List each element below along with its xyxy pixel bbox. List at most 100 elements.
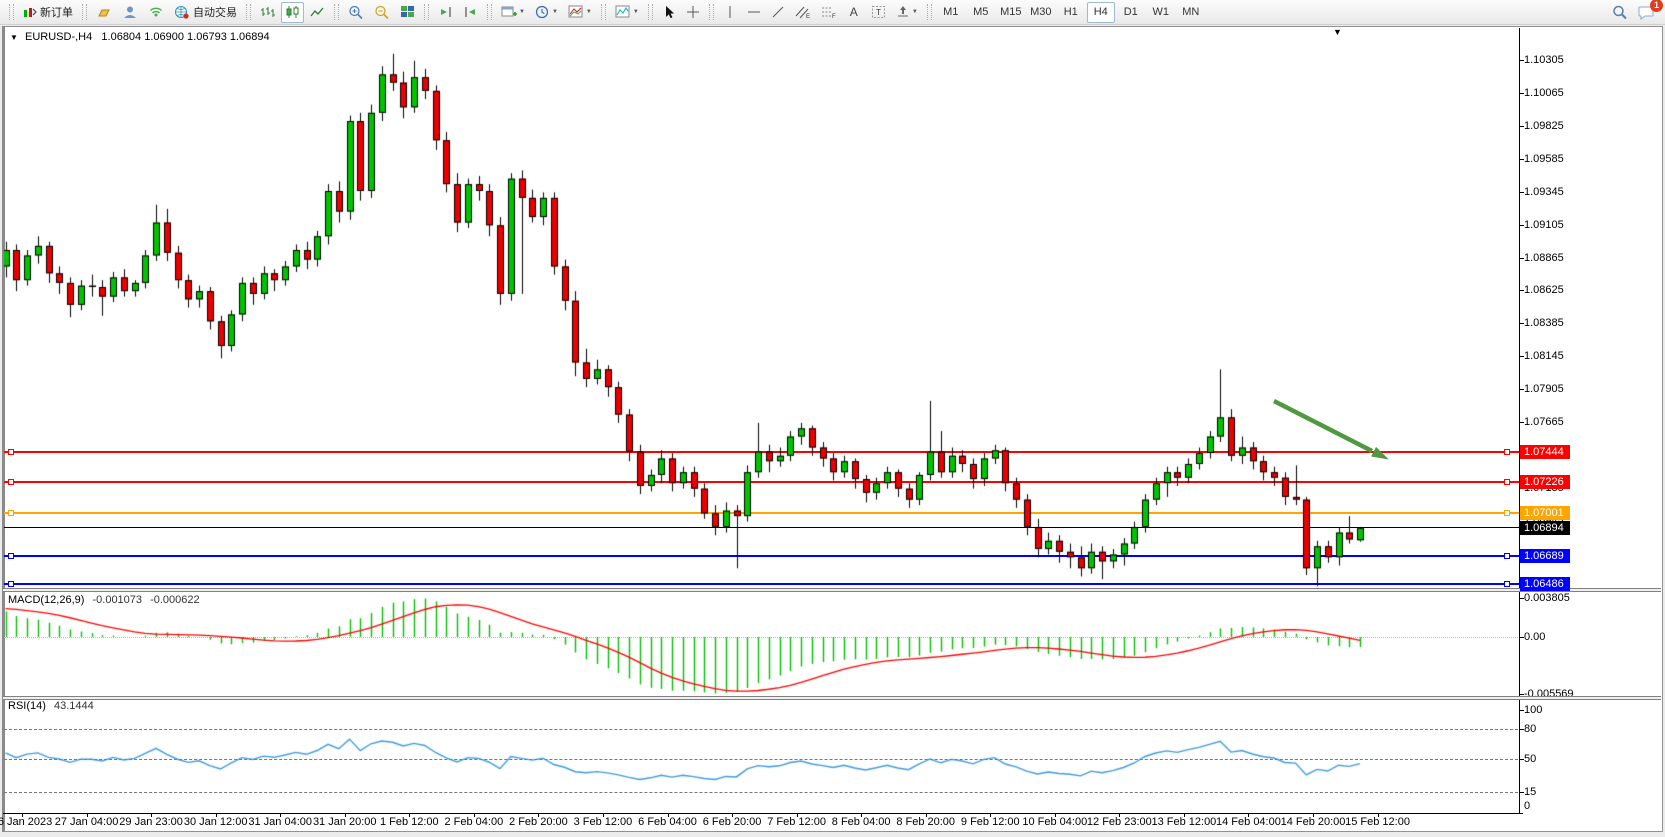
autotrade-button[interactable]: 自动交易	[170, 2, 241, 23]
timeframe-button-H4[interactable]: H4	[1087, 2, 1115, 23]
macd-axis-label: 0.00	[1524, 631, 1545, 643]
timeframe-button-H1[interactable]: H1	[1057, 2, 1085, 23]
chart-window	[2, 26, 1663, 832]
price-axis-label: 1.08865	[1524, 252, 1564, 264]
time-axis-label: 9 Feb 12:00	[961, 816, 1020, 828]
line-drag-handle[interactable]	[8, 479, 14, 485]
chevron-down-icon: ▼	[552, 9, 558, 15]
timeframe-button-M1[interactable]: M1	[937, 2, 965, 23]
macd-signal-value: -0.000622	[150, 594, 200, 606]
line-chart-icon	[310, 5, 325, 19]
trendline-button[interactable]	[767, 2, 789, 23]
line-drag-handle[interactable]	[8, 581, 14, 587]
timeframe-button-M30[interactable]: M30	[1027, 2, 1055, 23]
panel-separator[interactable]	[3, 696, 1661, 700]
market-button[interactable]	[92, 2, 116, 23]
fibonacci-button[interactable]: F	[817, 2, 841, 23]
profile-button[interactable]	[118, 2, 142, 23]
template-chart-icon	[568, 5, 584, 19]
vertical-line-button[interactable]	[719, 2, 741, 23]
panel-separator[interactable]	[3, 588, 1661, 592]
timeframe-button-D1[interactable]: D1	[1117, 2, 1145, 23]
autoscroll-button[interactable]	[434, 2, 457, 23]
crosshair-button[interactable]	[682, 2, 704, 23]
price-line-1.06689[interactable]	[4, 555, 1519, 557]
line-drag-handle[interactable]	[8, 449, 14, 455]
price-line-badge-1.06486: 1.06486	[1520, 577, 1570, 591]
chat-button[interactable]: 1	[1634, 2, 1659, 23]
line-drag-handle[interactable]	[1504, 479, 1510, 485]
templates-button[interactable]: ▼	[564, 2, 596, 23]
rsi-axis-label: 100	[1524, 704, 1542, 716]
time-axis-label: 12 Feb 23:00	[1087, 816, 1152, 828]
line-drag-handle[interactable]	[1504, 553, 1510, 559]
line-chart-button[interactable]	[306, 2, 329, 23]
price-line-1.06894[interactable]	[4, 527, 1519, 528]
indicators-button[interactable]: ▼	[611, 2, 643, 23]
periods-button[interactable]: ▼	[531, 2, 562, 23]
signals-button[interactable]	[144, 2, 168, 23]
new-chart-icon	[501, 5, 517, 19]
chevron-down-icon: ▼	[912, 9, 918, 15]
rsi-name: RSI(14)	[8, 700, 46, 712]
chart-title: ▼ EURUSD-,H4 1.06804 1.06900 1.06793 1.0…	[10, 31, 270, 43]
text-button[interactable]: A	[843, 2, 865, 23]
line-drag-handle[interactable]	[1504, 581, 1510, 587]
autoscroll-icon	[438, 5, 453, 19]
price-line-badge-1.06689: 1.06689	[1520, 549, 1570, 563]
price-line-1.07001[interactable]	[4, 512, 1519, 514]
chevron-down-icon: ▼	[586, 9, 592, 15]
search-button[interactable]	[1608, 2, 1632, 23]
zoom-out-button[interactable]	[370, 2, 394, 23]
equidistant-channel-button[interactable]: E	[791, 2, 815, 23]
cursor-arrow-icon	[662, 5, 675, 19]
main-toolbar: 新订单 自动交易 ▼ ▼	[0, 0, 1665, 25]
zoom-in-button[interactable]	[344, 2, 368, 23]
timeframe-bar: M1M5M15M30H1H4D1W1MN	[936, 2, 1206, 23]
horizontal-line-button[interactable]	[743, 2, 765, 23]
chart-expand-icon[interactable]: ▼	[10, 33, 18, 42]
line-drag-handle[interactable]	[1504, 510, 1510, 516]
price-line-1.07444[interactable]	[4, 451, 1519, 453]
time-axis-label: 10 Feb 04:00	[1022, 816, 1087, 828]
vertical-line-icon	[724, 5, 736, 19]
timeframe-button-MN[interactable]: MN	[1177, 2, 1205, 23]
arrows-button[interactable]: ▼	[892, 2, 922, 23]
price-line-1.07226[interactable]	[4, 481, 1519, 483]
bar-chart-button[interactable]	[256, 2, 279, 23]
rsi-level-line-50	[4, 759, 1518, 760]
price-axis-label: 1.07905	[1524, 383, 1564, 395]
time-axis-label: 2 Feb 20:00	[509, 816, 568, 828]
timeframe-button-W1[interactable]: W1	[1147, 2, 1175, 23]
price-axis-label: 1.09825	[1524, 120, 1564, 132]
price-axis-label: 1.09585	[1524, 153, 1564, 165]
toolbar-grip	[648, 4, 653, 20]
cursor-button[interactable]	[658, 2, 680, 23]
timeframe-button-M15[interactable]: M15	[997, 2, 1025, 23]
text-label-button[interactable]: T	[867, 2, 890, 23]
price-line-badge-1.06894: 1.06894	[1520, 521, 1570, 535]
price-line-1.06486[interactable]	[4, 583, 1519, 585]
line-drag-handle[interactable]	[8, 553, 14, 559]
channel-icon: E	[795, 5, 811, 19]
svg-text:F: F	[832, 14, 836, 19]
autotrade-label: 自动交易	[193, 4, 237, 20]
new-order-button[interactable]: 新订单	[19, 2, 77, 23]
price-axis-label: 1.07665	[1524, 416, 1564, 428]
chart-shift-marker[interactable]: ▼	[1333, 27, 1342, 37]
rsi-level-line-80	[4, 729, 1518, 730]
rsi-label: RSI(14) 43.1444	[8, 700, 94, 712]
timeframe-button-M5[interactable]: M5	[967, 2, 995, 23]
new-chart-button[interactable]: ▼	[497, 2, 529, 23]
autotrade-globe-icon	[174, 5, 190, 19]
tile-windows-button[interactable]	[396, 2, 419, 23]
price-axis-label: 1.09105	[1524, 219, 1564, 231]
toolbar-grip	[82, 4, 87, 20]
line-drag-handle[interactable]	[1504, 449, 1510, 455]
crosshair-icon	[686, 5, 700, 19]
line-drag-handle[interactable]	[8, 510, 14, 516]
person-icon	[122, 5, 138, 19]
candlestick-chart-button[interactable]	[281, 2, 304, 23]
chart-shift-button[interactable]	[459, 2, 482, 23]
search-icon	[1612, 5, 1628, 20]
